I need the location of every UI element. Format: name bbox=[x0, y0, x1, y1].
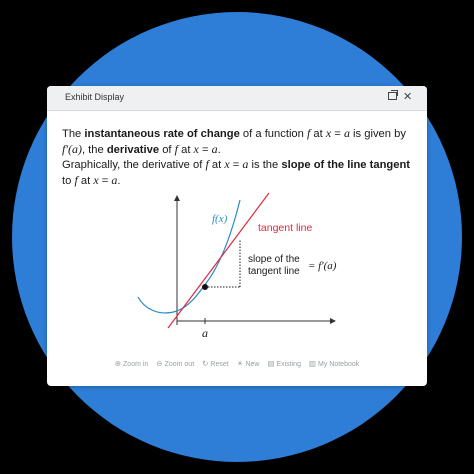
slope-label-line2: tangent line bbox=[248, 266, 300, 277]
exhibit-window: Exhibit Display ✕ The instantaneous rate… bbox=[47, 86, 427, 386]
slope-label-line1: slope of the bbox=[248, 254, 300, 265]
window-title: Exhibit Display bbox=[65, 92, 125, 102]
window-titlebar: Exhibit Display ✕ bbox=[47, 86, 427, 111]
magnifier-plus-icon: ⊕ bbox=[114, 359, 122, 368]
tangent-line-label: tangent line bbox=[258, 222, 312, 234]
refresh-icon: ↻ bbox=[202, 359, 209, 368]
slope-value: = f′(a) bbox=[308, 260, 337, 272]
existing-button[interactable]: ▤ Existing bbox=[267, 359, 301, 368]
notebook-button[interactable]: ▥ My Notebook bbox=[309, 359, 359, 368]
exhibit-toolbar: ⊕ Zoom in ⊖ Zoom out ↻ Reset ☀ New ▤ Existing… bbox=[47, 359, 427, 373]
tangent-point bbox=[202, 284, 208, 290]
magnifier-minus-icon: ⊖ bbox=[156, 359, 163, 368]
notebook-icon: ▥ bbox=[308, 359, 317, 368]
lightbulb-icon: ☀ bbox=[236, 359, 244, 368]
restore-window-icon[interactable] bbox=[388, 90, 398, 103]
close-icon[interactable]: ✕ bbox=[403, 91, 412, 103]
backdrop: Exhibit Display ✕ The instantaneous rate… bbox=[0, 0, 474, 474]
document-icon: ▤ bbox=[267, 359, 275, 368]
x-tick-label-a: a bbox=[202, 326, 208, 340]
tangent-line-figure: a f(x) tangent line slope of the tangent… bbox=[137, 192, 337, 340]
zoom-in-button[interactable]: ⊕ Zoom in bbox=[115, 359, 149, 368]
definition-paragraph: The instantaneous rate of change of a fu… bbox=[62, 126, 406, 156]
reset-button[interactable]: ↻ Reset bbox=[202, 359, 229, 368]
curve-label: f(x) bbox=[212, 213, 228, 225]
graphical-paragraph: Graphically, the derivative of f at x = … bbox=[62, 157, 411, 187]
new-button[interactable]: ☀ New bbox=[237, 359, 260, 368]
zoom-out-button[interactable]: ⊖ Zoom out bbox=[156, 359, 194, 368]
